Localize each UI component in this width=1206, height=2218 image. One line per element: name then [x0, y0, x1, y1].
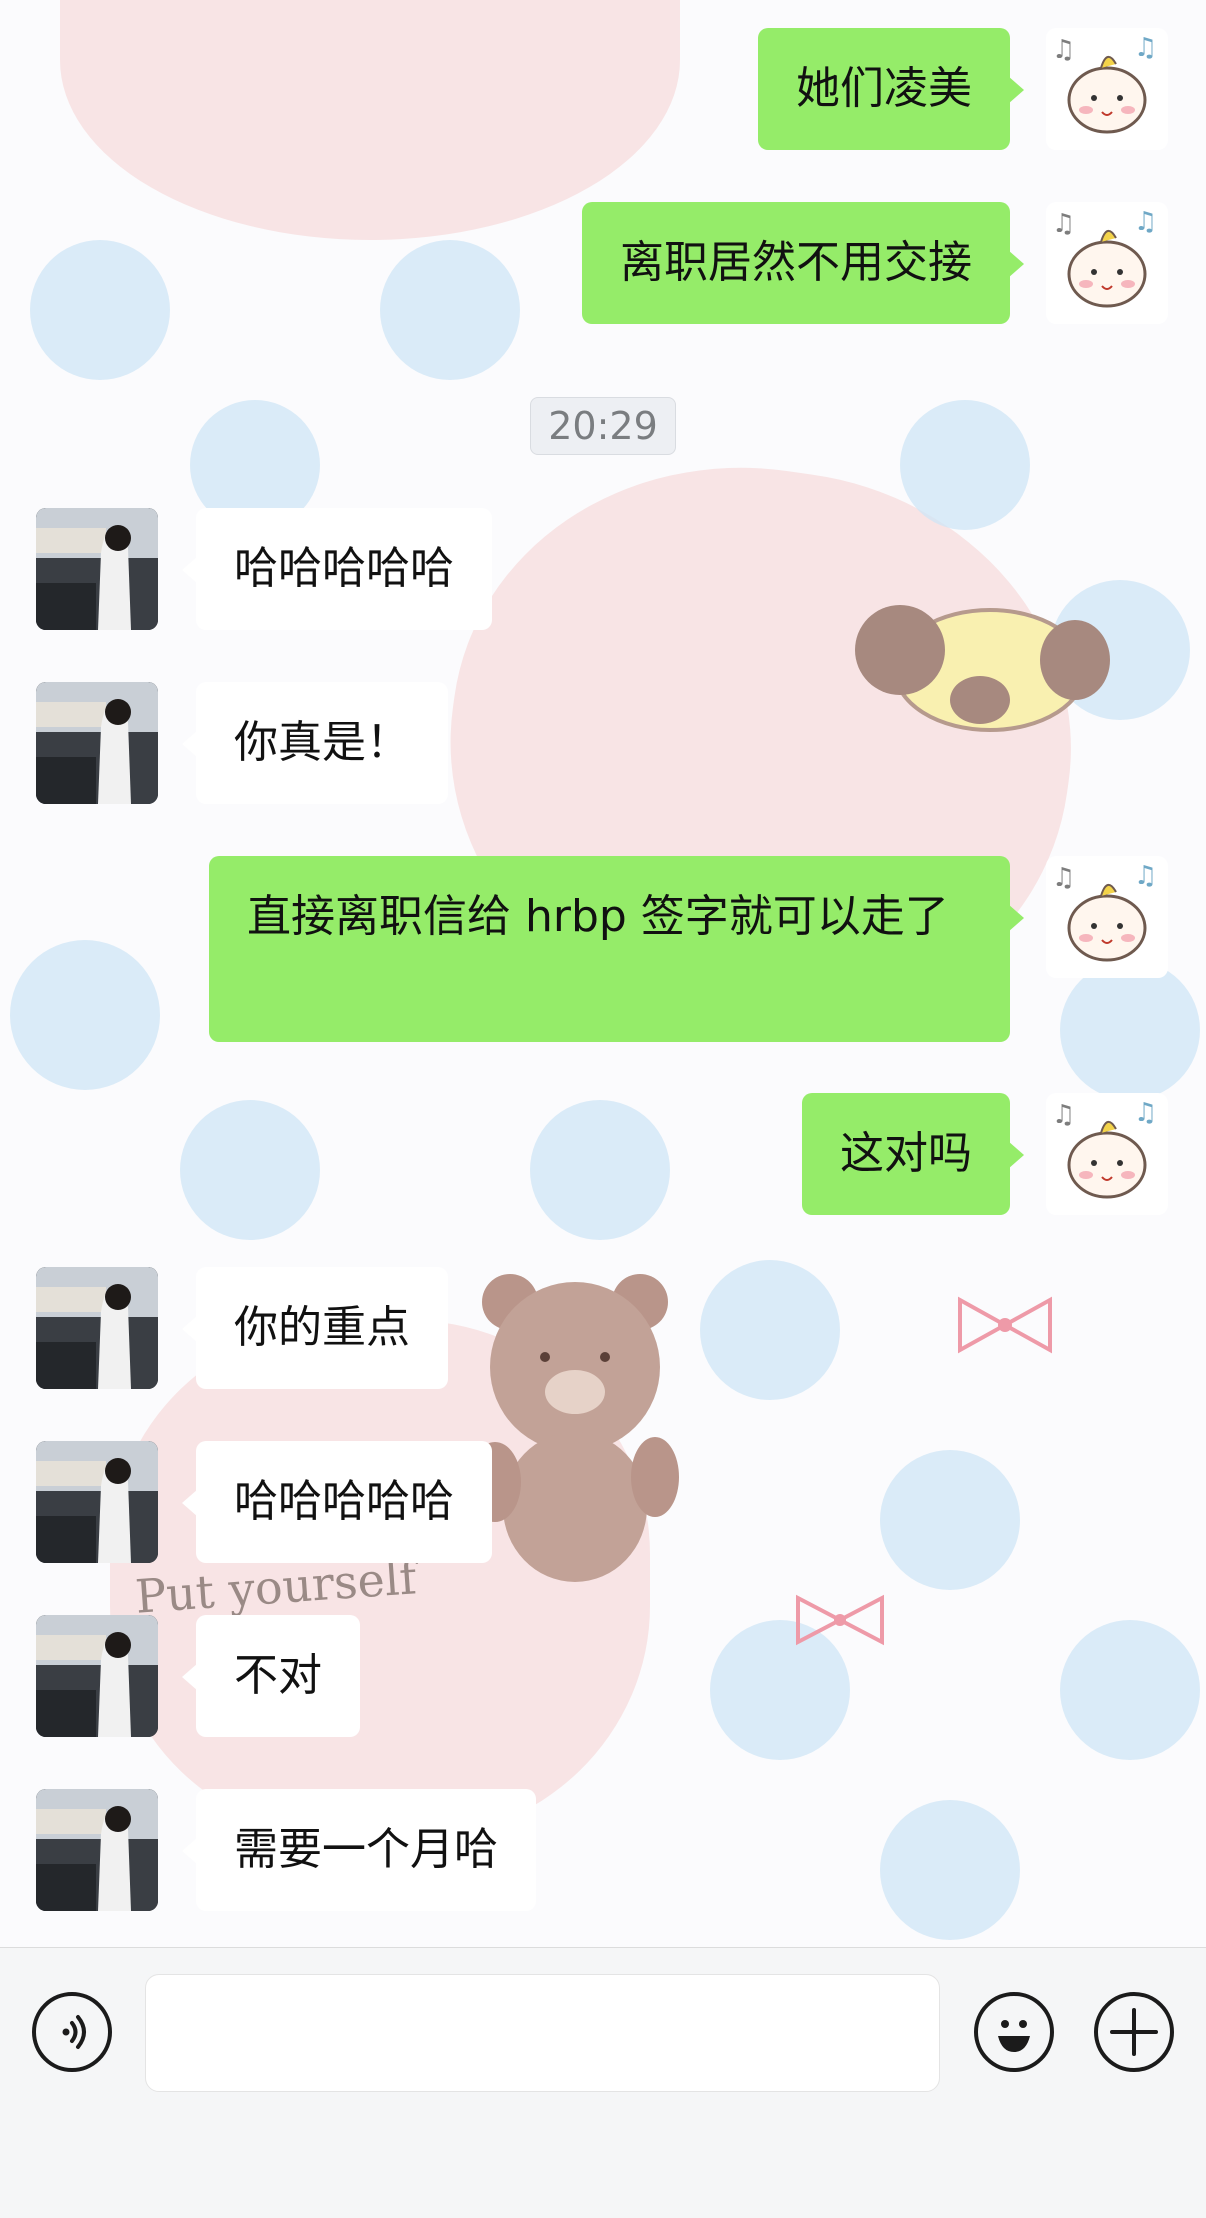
- svg-text:♫: ♫: [1134, 33, 1157, 63]
- voice-button[interactable]: [32, 1992, 112, 2072]
- svg-text:♫: ♫: [1052, 35, 1075, 65]
- contact-photo-icon: [36, 1615, 158, 1737]
- message-bubble[interactable]: 你的重点: [182, 1267, 448, 1389]
- avatar-cartoon-icon: ♫ ♫: [1052, 207, 1157, 308]
- my-avatar[interactable]: ♫ ♫: [1046, 856, 1168, 978]
- plus-button[interactable]: [1094, 1992, 1174, 2072]
- contact-avatar[interactable]: [36, 682, 158, 804]
- avatar-cartoon-icon: ♫ ♫: [1052, 33, 1157, 134]
- plus-icon: [1110, 2008, 1158, 2056]
- contact-avatar[interactable]: [36, 1267, 158, 1389]
- contact-photo-icon: [36, 1267, 158, 1389]
- avatar-cartoon-icon: ♫ ♫: [1052, 1098, 1157, 1199]
- contact-avatar[interactable]: [36, 508, 158, 630]
- chat-screen: Put yourself 她们凌美 ♫ ♫ 离职居然不用交接 ♫ ♫ 20:29…: [0, 0, 1206, 2218]
- contact-avatar[interactable]: [36, 1615, 158, 1737]
- avatar-cartoon-icon: ♫ ♫: [1052, 861, 1157, 962]
- contact-photo-icon: [36, 1441, 158, 1563]
- svg-text:♫: ♫: [1134, 207, 1157, 237]
- contact-avatar[interactable]: [36, 1789, 158, 1911]
- emoji-icon: [998, 2020, 1030, 2052]
- my-avatar[interactable]: ♫ ♫: [1046, 28, 1168, 150]
- svg-text:♫: ♫: [1052, 209, 1075, 239]
- my-avatar[interactable]: ♫ ♫: [1046, 1093, 1168, 1215]
- message-bubble[interactable]: 这对吗: [802, 1093, 1024, 1215]
- emoji-button[interactable]: [974, 1992, 1054, 2072]
- svg-text:♫: ♫: [1052, 863, 1075, 893]
- svg-text:♫: ♫: [1134, 861, 1157, 891]
- voice-icon: [62, 2015, 86, 2049]
- svg-text:♫: ♫: [1052, 1100, 1075, 1130]
- my-avatar[interactable]: ♫ ♫: [1046, 202, 1168, 324]
- input-bar: [0, 1947, 1206, 2218]
- svg-text:♫: ♫: [1134, 1098, 1157, 1128]
- contact-photo-icon: [36, 1789, 158, 1911]
- contact-photo-icon: [36, 682, 158, 804]
- message-bubble[interactable]: 哈哈哈哈哈: [182, 508, 492, 630]
- message-input[interactable]: [145, 1974, 940, 2092]
- message-bubble[interactable]: 直接离职信给 hrbp 签字就可以走了: [209, 856, 1024, 1042]
- contact-avatar[interactable]: [36, 1441, 158, 1563]
- message-bubble[interactable]: 你真是！: [182, 682, 448, 804]
- contact-photo-icon: [36, 508, 158, 630]
- chat-timestamp: 20:29: [530, 397, 676, 455]
- message-bubble[interactable]: 需要一个月哈: [182, 1789, 536, 1911]
- chat-list[interactable]: 她们凌美 ♫ ♫ 离职居然不用交接 ♫ ♫ 20:29 哈哈哈哈哈 你真是！ 直…: [0, 0, 1206, 1947]
- message-bubble[interactable]: 不对: [182, 1615, 360, 1737]
- message-bubble[interactable]: 她们凌美: [758, 28, 1024, 150]
- message-bubble[interactable]: 哈哈哈哈哈: [182, 1441, 492, 1563]
- message-bubble[interactable]: 离职居然不用交接: [582, 202, 1024, 324]
